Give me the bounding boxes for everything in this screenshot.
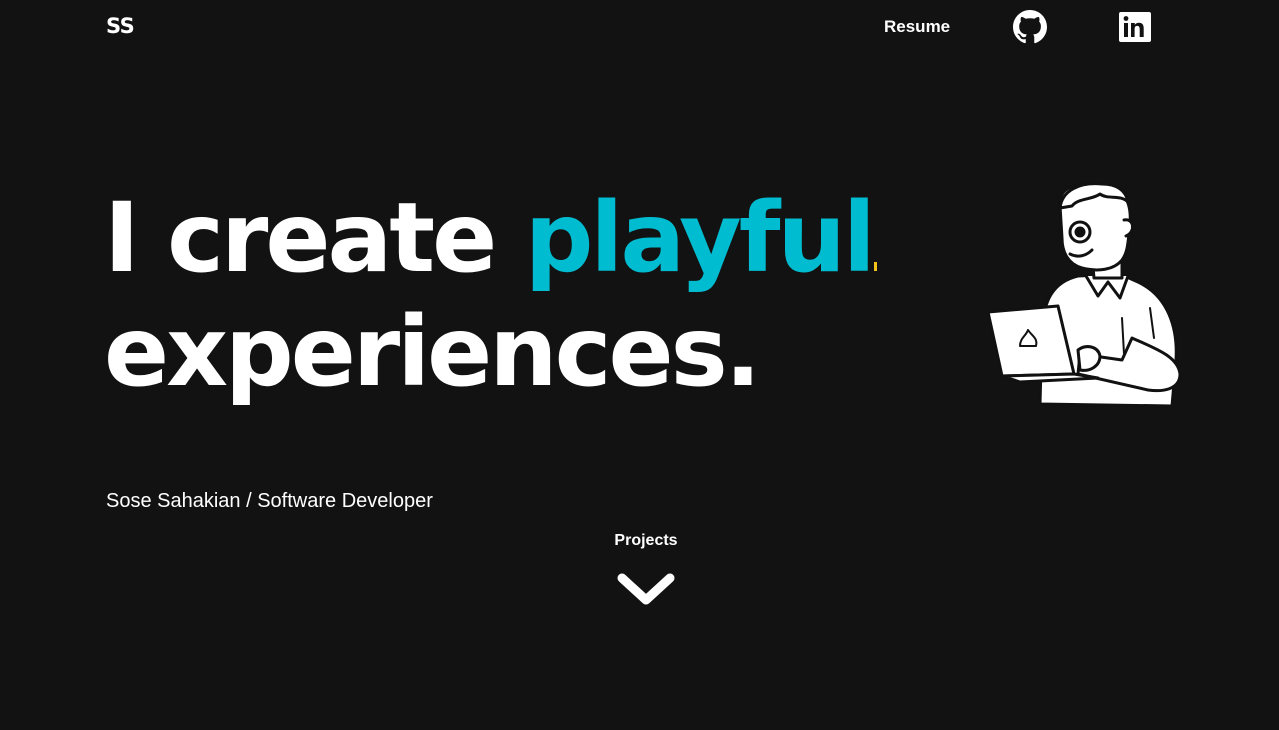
developer-with-laptop-illustration [986,182,1182,408]
chevron-down-icon[interactable] [614,570,678,610]
linkedin-icon [1119,12,1151,42]
hero-subtitle: Sose Sahakian / Software Developer [106,490,433,512]
typing-cursor [873,262,877,271]
hero-headline-highlight: playful [524,182,876,294]
linkedin-link[interactable] [1119,12,1151,42]
github-icon [1013,10,1047,44]
hero-headline-prefix: I create [104,182,525,294]
hero-headline-line-2: experiences. [104,296,761,408]
projects-label: Projects [614,532,678,549]
projects-link[interactable]: Projects [606,532,686,610]
github-link[interactable] [1013,10,1047,44]
page: SS Resume I create playful experiences. … [0,0,1279,730]
hero-headline-line-1: I create playful [104,190,877,286]
logo-link[interactable]: SS [106,14,135,38]
resume-link[interactable]: Resume [884,17,950,37]
